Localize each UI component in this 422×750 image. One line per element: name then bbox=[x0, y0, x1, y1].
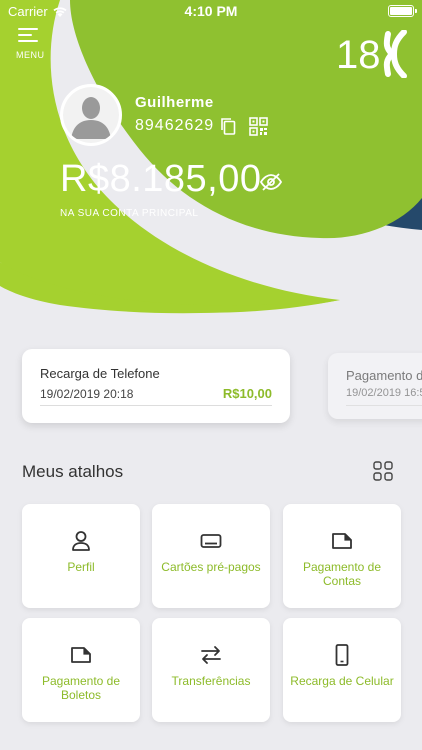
transaction-date: 19/02/2019 16:5 bbox=[346, 387, 422, 399]
menu-line-icon bbox=[18, 28, 38, 30]
home-screen: Carrier 4:10 PM MENU 18 Guilherme 894626… bbox=[0, 0, 422, 750]
shortcut-label: Recarga de Celular bbox=[290, 674, 394, 688]
shortcut-mobile-topup[interactable]: Recarga de Celular bbox=[283, 618, 401, 722]
shortcut-label: Pagamento de Boletos bbox=[41, 674, 121, 702]
phone-icon bbox=[335, 644, 349, 666]
shortcut-profile[interactable]: Perfil bbox=[22, 504, 140, 608]
hide-balance-eye-icon[interactable] bbox=[259, 172, 283, 192]
shortcut-label: Cartões pré-pagos bbox=[161, 560, 261, 574]
account-balance: R$8.185,00 bbox=[60, 158, 262, 200]
shortcuts-title: Meus atalhos bbox=[22, 462, 124, 481]
status-time: 4:10 PM bbox=[184, 3, 238, 19]
brand-logo-text: 18 bbox=[336, 33, 381, 77]
menu-button[interactable]: MENU bbox=[16, 28, 48, 62]
transaction-amount: R$10,00 bbox=[222, 386, 272, 401]
user-name: Guilherme bbox=[135, 94, 214, 111]
shortcut-prepaid-cards[interactable]: Cartões pré-pagos bbox=[152, 504, 270, 608]
menu-label: MENU bbox=[16, 50, 45, 60]
shortcut-bill-payment[interactable]: Pagamento de Contas bbox=[283, 504, 401, 608]
person-icon bbox=[72, 531, 90, 551]
transfer-arrows-icon bbox=[201, 646, 221, 664]
document-icon bbox=[332, 533, 352, 549]
transaction-title: Recarga de Telefone bbox=[40, 366, 160, 381]
transaction-card[interactable]: Pagamento de 19/02/2019 16:5 bbox=[328, 353, 422, 419]
brand-logo: 18 bbox=[336, 30, 407, 78]
grid-icon[interactable] bbox=[373, 461, 393, 481]
shortcut-label: Transferências bbox=[171, 674, 251, 688]
balance-caption: NA SUA CONTA PRINCIPAL bbox=[60, 208, 199, 219]
battery-icon bbox=[388, 5, 417, 17]
shortcut-label: Perfil bbox=[67, 560, 95, 574]
qr-code-icon[interactable] bbox=[249, 117, 268, 136]
avatar[interactable] bbox=[60, 84, 122, 146]
status-bar: Carrier 4:10 PM bbox=[0, 0, 422, 22]
transaction-date: 19/02/2019 20:18 bbox=[40, 387, 134, 401]
document-icon bbox=[71, 647, 91, 663]
transaction-title: Pagamento de bbox=[346, 368, 422, 383]
shortcut-transfers[interactable]: Transferências bbox=[152, 618, 270, 722]
shortcut-boleto-payment[interactable]: Pagamento de Boletos bbox=[22, 618, 140, 722]
card-divider bbox=[40, 405, 272, 406]
account-number: 89462629 bbox=[135, 117, 215, 134]
person-silhouette-icon bbox=[63, 87, 119, 143]
shortcut-label: Pagamento de Contas bbox=[302, 560, 382, 588]
menu-line-icon bbox=[18, 40, 38, 42]
card-icon bbox=[200, 534, 222, 548]
transaction-card[interactable]: Recarga de Telefone 19/02/2019 20:18 R$1… bbox=[22, 349, 290, 423]
menu-line-icon bbox=[18, 34, 32, 36]
card-divider bbox=[346, 405, 422, 406]
copy-icon[interactable] bbox=[220, 117, 236, 135]
